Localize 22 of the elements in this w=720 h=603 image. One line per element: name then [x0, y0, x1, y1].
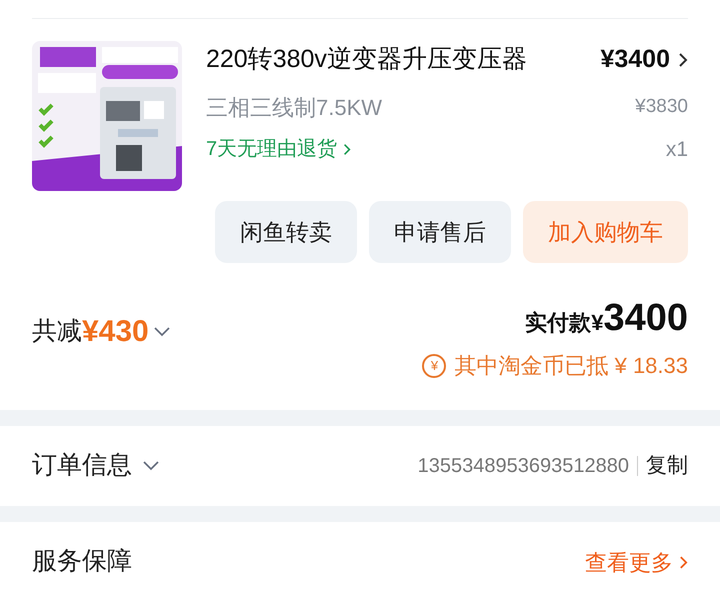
product-price: ¥3400	[600, 44, 670, 75]
product-spec: 三相三线制7.5KW	[206, 94, 382, 122]
coin-icon: ¥	[422, 354, 446, 378]
chevron-down-icon	[152, 326, 171, 338]
action-button[interactable]: 申请售后	[369, 201, 511, 263]
quantity: x1	[666, 136, 688, 162]
chevron-down-icon	[142, 460, 160, 472]
chevron-right-icon	[679, 554, 688, 570]
section-title: 服务保障	[32, 546, 132, 578]
paid-label: 实付款¥	[525, 309, 604, 337]
chevron-right-icon	[343, 142, 352, 156]
paid-amount: 3400	[603, 299, 688, 337]
discount-amount: ¥430	[82, 314, 149, 350]
copy-button[interactable]: 复制	[646, 450, 688, 482]
order-info-toggle[interactable]: 订单信息	[32, 447, 160, 485]
discount-label: 共减	[32, 316, 82, 347]
action-button[interactable]: 闲鱼转卖	[215, 201, 357, 263]
coin-note: 其中淘金币已抵 ¥ 18.33	[454, 352, 688, 380]
chevron-right-icon	[678, 52, 688, 68]
product-title[interactable]: 220转380v逆变器升压变压器	[206, 41, 527, 78]
order-number: 1355348953693512880	[418, 454, 629, 479]
original-price: ¥3830	[635, 94, 688, 119]
